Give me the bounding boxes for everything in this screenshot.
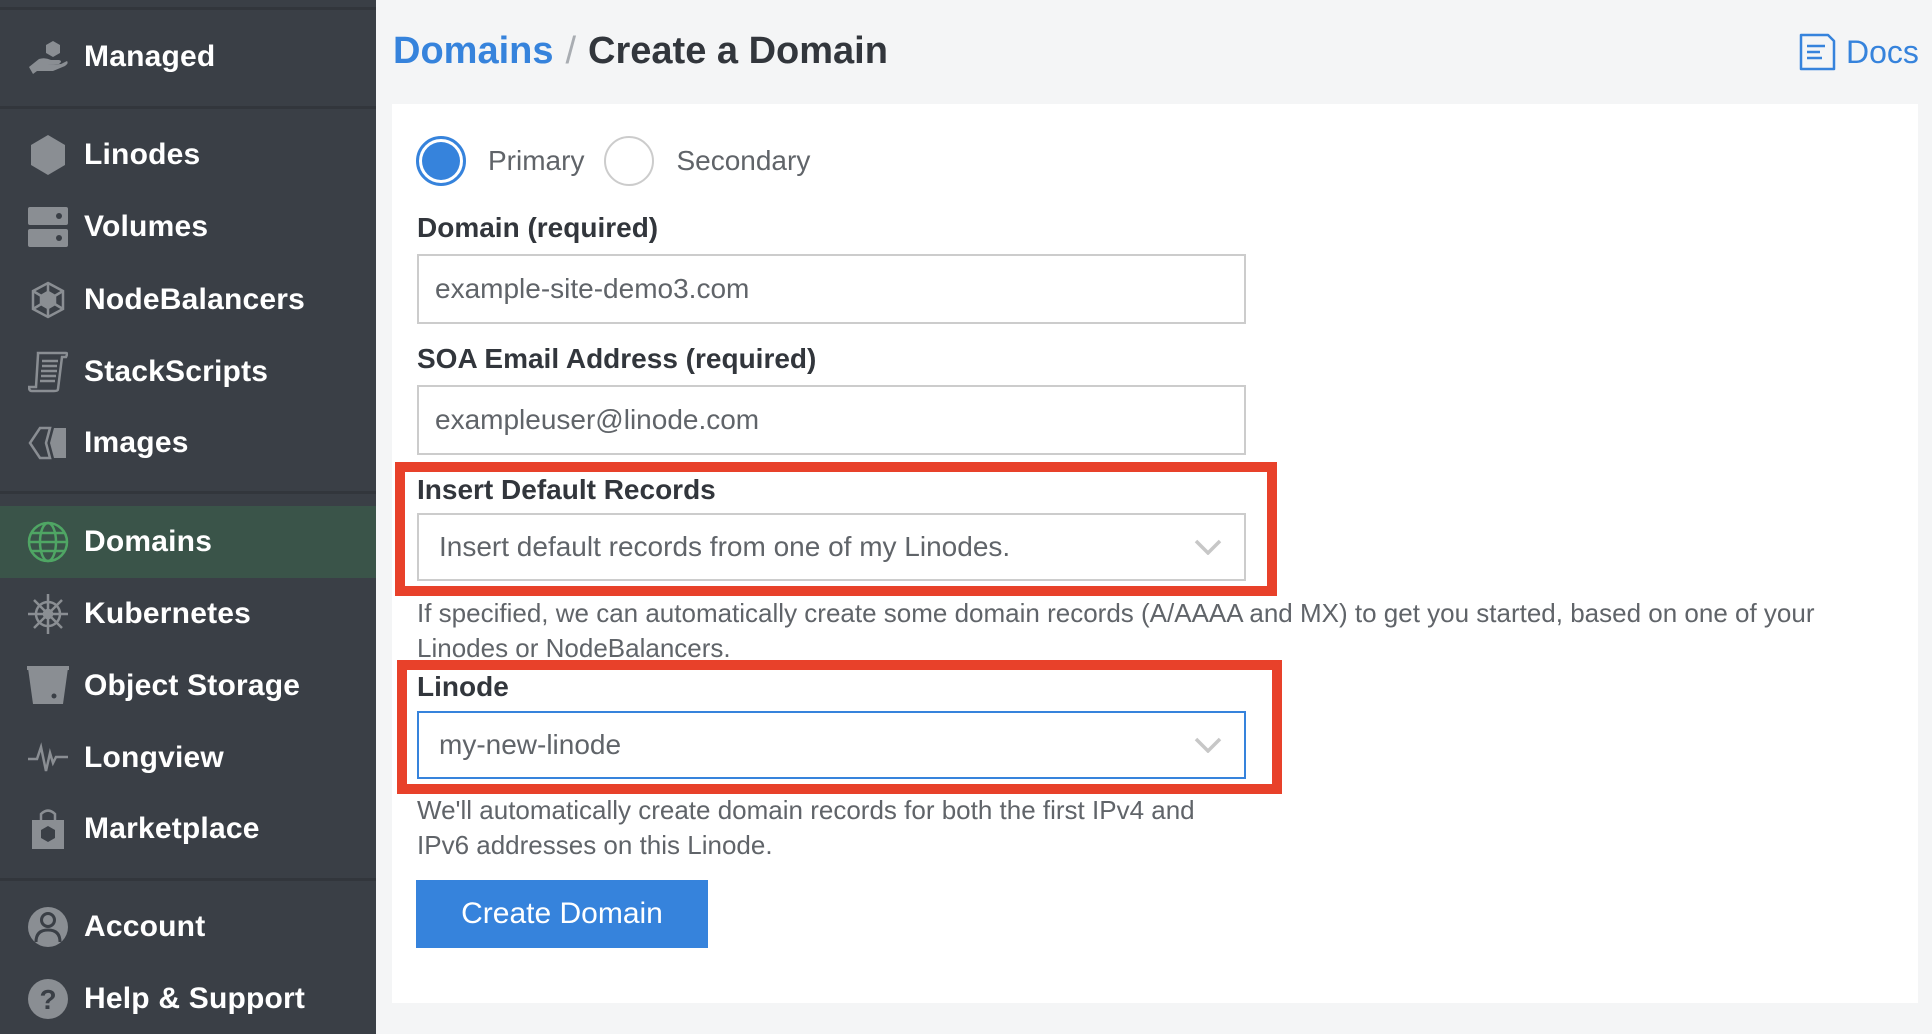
chevron-down-icon: [1194, 737, 1222, 753]
sidebar-item-account[interactable]: Account: [0, 891, 376, 963]
sidebar-divider: [0, 106, 376, 109]
create-domain-button[interactable]: Create Domain: [416, 880, 708, 948]
sidebar-item-label: Images: [84, 426, 189, 459]
sidebar-item-marketplace[interactable]: Marketplace: [0, 793, 376, 865]
sidebar-item-label: Help & Support: [84, 982, 306, 1015]
sidebar-item-label: Volumes: [84, 210, 209, 243]
domain-input[interactable]: [417, 254, 1246, 324]
sidebar-divider: [0, 491, 376, 494]
sidebar-item-images[interactable]: Images: [0, 407, 376, 479]
sidebar: Managed Linodes Volumes NodeBalancers St…: [0, 0, 376, 1034]
domain-label: Domain (required): [417, 212, 659, 243]
radio-option-primary[interactable]: Primary: [416, 136, 584, 186]
stackscripts-icon: [27, 351, 69, 393]
sidebar-item-object-storage[interactable]: Object Storage: [0, 650, 376, 722]
linodes-icon: [27, 134, 69, 176]
images-icon: [27, 422, 69, 464]
primary-radio-label: Primary: [488, 145, 585, 176]
default-records-select[interactable]: Insert default records from one of my Li…: [417, 513, 1246, 581]
breadcrumb-domains-link[interactable]: Domains: [393, 30, 553, 73]
sidebar-item-label: Linodes: [84, 138, 201, 171]
volumes-icon: [27, 206, 69, 248]
sidebar-divider: [0, 878, 376, 881]
sidebar-item-linodes[interactable]: Linodes: [0, 119, 376, 191]
sidebar-item-label: Kubernetes: [84, 597, 252, 630]
sidebar-item-label: Account: [84, 910, 206, 943]
default-records-helper-text: If specified, we can automatically creat…: [417, 598, 1815, 663]
sidebar-item-label: NodeBalancers: [84, 283, 306, 316]
chevron-down-icon: [1194, 539, 1222, 555]
sidebar-item-stackscripts[interactable]: StackScripts: [0, 336, 376, 408]
primary-radio[interactable]: [416, 136, 466, 186]
svg-text:?: ?: [39, 984, 56, 1015]
sidebar-item-help-support[interactable]: ? Help & Support: [0, 963, 376, 1034]
docs-link[interactable]: Docs: [1798, 32, 1919, 72]
breadcrumb-separator: /: [565, 30, 577, 72]
linode-label: Linode: [417, 671, 509, 702]
sidebar-item-label: Domains: [84, 525, 213, 558]
sidebar-item-managed[interactable]: Managed: [0, 21, 376, 93]
globe-icon: [27, 521, 69, 563]
soa-email-label: SOA Email Address (required): [417, 343, 817, 374]
sidebar-item-volumes[interactable]: Volumes: [0, 191, 376, 263]
page-title: Create a Domain: [588, 30, 888, 72]
sidebar-item-longview[interactable]: Longview: [0, 722, 376, 794]
sidebar-item-kubernetes[interactable]: Kubernetes: [0, 578, 376, 650]
docs-label: Docs: [1846, 33, 1919, 70]
default-records-label: Insert Default Records: [417, 474, 716, 505]
kubernetes-icon: [27, 593, 69, 635]
radio-selected-dot: [422, 142, 460, 180]
default-records-selected-value: Insert default records from one of my Li…: [439, 531, 1011, 562]
secondary-radio[interactable]: [604, 136, 655, 186]
breadcrumb: Domains / Create a Domain: [393, 30, 888, 73]
soa-email-input[interactable]: [417, 385, 1246, 455]
sidebar-divider: [0, 7, 376, 10]
radio-option-secondary[interactable]: Secondary: [604, 136, 810, 186]
sidebar-item-label: Managed: [84, 40, 216, 73]
sidebar-item-domains[interactable]: Domains: [0, 506, 376, 578]
linode-selected-value: my-new-linode: [439, 729, 622, 760]
sidebar-item-label: StackScripts: [84, 355, 269, 388]
help-icon: ?: [27, 978, 69, 1020]
account-icon: [27, 906, 69, 948]
linode-select[interactable]: my-new-linode: [417, 711, 1246, 779]
document-icon: [1799, 33, 1836, 71]
nodebalancers-icon: [27, 279, 69, 321]
sidebar-item-nodebalancers[interactable]: NodeBalancers: [0, 264, 376, 336]
sidebar-item-label: Longview: [84, 741, 224, 774]
domain-type-radio-group: Primary Secondary: [416, 136, 830, 186]
sidebar-item-label: Object Storage: [84, 669, 301, 702]
sidebar-item-label: Marketplace: [84, 812, 260, 845]
secondary-radio-label: Secondary: [676, 145, 811, 176]
marketplace-icon: [27, 808, 69, 850]
bucket-icon: [27, 665, 69, 707]
managed-icon: [27, 36, 69, 78]
linode-helper-text: We'll automatically create domain record…: [417, 795, 1195, 860]
pulse-icon: [27, 737, 69, 779]
